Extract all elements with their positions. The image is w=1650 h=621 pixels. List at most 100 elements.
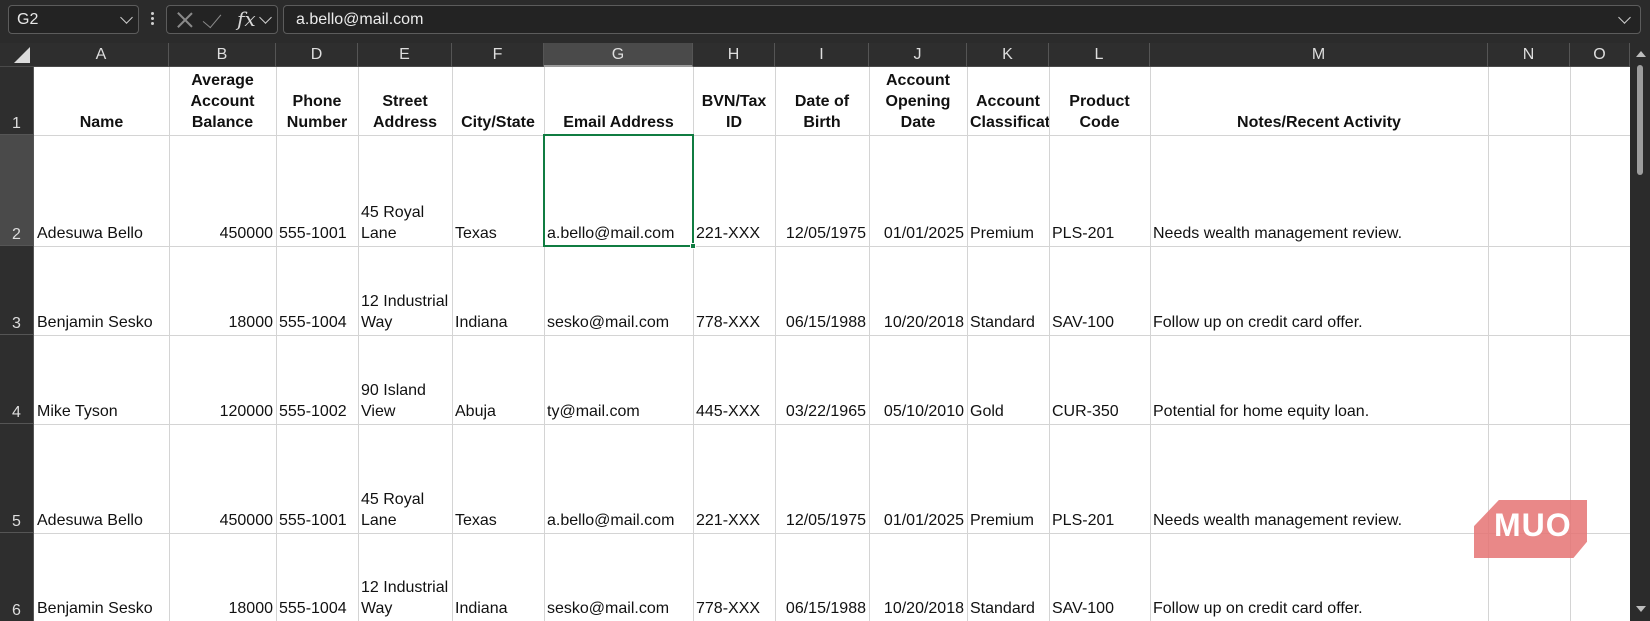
vertical-scrollbar[interactable]	[1630, 43, 1650, 621]
cell-phone[interactable]: 555-1001	[276, 424, 358, 533]
cell-code[interactable]: CUR-350	[1049, 335, 1150, 424]
scroll-up-icon[interactable]	[1636, 51, 1646, 57]
cell-notes[interactable]: Follow up on credit card offer.	[1150, 246, 1488, 335]
header-cell-open-date[interactable]: Account Opening Date	[869, 67, 967, 135]
cell-code[interactable]: PLS-201	[1049, 135, 1150, 246]
cell-tax-id[interactable]: 221-XXX	[693, 135, 775, 246]
header-cell-code[interactable]: Product Code	[1049, 67, 1150, 135]
cell-class[interactable]: Gold	[967, 335, 1049, 424]
column-header-m[interactable]: M	[1150, 43, 1488, 67]
name-box[interactable]: G2	[8, 5, 139, 34]
cell-open-date[interactable]: 01/01/2025	[869, 424, 967, 533]
row-header-2[interactable]: 2	[0, 135, 34, 246]
cell-name[interactable]: Benjamin Sesko	[34, 246, 169, 335]
cell-street[interactable]: 45 Royal Lane	[358, 424, 452, 533]
scroll-down-icon[interactable]	[1636, 606, 1646, 612]
cell-email[interactable]: sesko@mail.com	[544, 246, 693, 335]
column-header-a[interactable]: A	[34, 43, 169, 67]
cell-code[interactable]: SAV-100	[1049, 533, 1150, 621]
cell-tax-id[interactable]: 778-XXX	[693, 246, 775, 335]
more-options-icon[interactable]	[151, 10, 155, 30]
row-header-3[interactable]: 3	[0, 246, 34, 335]
cell-name[interactable]: Benjamin Sesko	[34, 533, 169, 621]
cell-open-date[interactable]: 05/10/2010	[869, 335, 967, 424]
cell-open-date[interactable]: 10/20/2018	[869, 246, 967, 335]
cell-email[interactable]: ty@mail.com	[544, 335, 693, 424]
header-cell-balance[interactable]: Average Account Balance	[169, 67, 276, 135]
cell-notes[interactable]: Needs wealth management review.	[1150, 135, 1488, 246]
cell-class[interactable]: Standard	[967, 533, 1049, 621]
cancel-icon[interactable]	[175, 10, 195, 30]
row-header-5[interactable]: 5	[0, 424, 34, 533]
formula-input[interactable]: a.bello@mail.com	[283, 5, 1641, 34]
chevron-down-icon[interactable]	[120, 11, 133, 24]
column-header-o[interactable]: O	[1570, 43, 1630, 67]
cell-dob[interactable]: 06/15/1988	[775, 246, 869, 335]
cell-city[interactable]: Texas	[452, 424, 544, 533]
header-cell-street[interactable]: Street Address	[358, 67, 452, 135]
column-header-b[interactable]: B	[169, 43, 276, 67]
cell-phone[interactable]: 555-1004	[276, 533, 358, 621]
cell-street[interactable]: 12 Industrial Way	[358, 533, 452, 621]
column-header-n[interactable]: N	[1488, 43, 1570, 67]
cell-city[interactable]: Indiana	[452, 246, 544, 335]
cell-name[interactable]: Adesuwa Bello	[34, 424, 169, 533]
cell-code[interactable]: SAV-100	[1049, 246, 1150, 335]
cell-city[interactable]: Indiana	[452, 533, 544, 621]
row-header-4[interactable]: 4	[0, 335, 34, 424]
cell-open-date[interactable]: 10/20/2018	[869, 533, 967, 621]
column-header-i[interactable]: I	[775, 43, 869, 67]
cell-class[interactable]: Premium	[967, 424, 1049, 533]
cell-phone[interactable]: 555-1001	[276, 135, 358, 246]
cell-name[interactable]: Adesuwa Bello	[34, 135, 169, 246]
cell-name[interactable]: Mike Tyson	[34, 335, 169, 424]
cell-balance[interactable]: 450000	[169, 424, 276, 533]
scrollbar-thumb[interactable]	[1637, 65, 1643, 175]
header-cell-dob[interactable]: Date of Birth	[775, 67, 869, 135]
cell-tax-id[interactable]: 778-XXX	[693, 533, 775, 621]
header-cell-class[interactable]: Account Classification	[967, 67, 1049, 135]
header-cell-city[interactable]: City/State	[452, 67, 544, 135]
cell-tax-id[interactable]: 221-XXX	[693, 424, 775, 533]
cell-dob[interactable]: 06/15/1988	[775, 533, 869, 621]
cell-balance[interactable]: 450000	[169, 135, 276, 246]
cell-phone[interactable]: 555-1004	[276, 246, 358, 335]
column-header-d[interactable]: D	[276, 43, 358, 67]
column-header-h[interactable]: H	[693, 43, 775, 67]
column-header-j[interactable]: J	[869, 43, 967, 67]
cell-dob[interactable]: 12/05/1975	[775, 424, 869, 533]
cell-notes[interactable]: Follow up on credit card offer.	[1150, 533, 1488, 621]
row-header-6[interactable]: 6	[0, 533, 34, 621]
column-header-k[interactable]: K	[967, 43, 1049, 67]
cell-phone[interactable]: 555-1002	[276, 335, 358, 424]
cell-city[interactable]: Texas	[452, 135, 544, 246]
insert-function-icon[interactable]: fx	[237, 7, 256, 31]
expand-formula-bar-icon[interactable]	[1618, 11, 1631, 24]
cell-dob[interactable]: 03/22/1965	[775, 335, 869, 424]
enter-check-icon[interactable]	[202, 8, 222, 29]
cell-class[interactable]: Premium	[967, 135, 1049, 246]
cell-email[interactable]: sesko@mail.com	[544, 533, 693, 621]
chevron-down-icon[interactable]	[259, 11, 272, 24]
cell-notes[interactable]: Potential for home equity loan.	[1150, 335, 1488, 424]
column-header-l[interactable]: L	[1049, 43, 1150, 67]
header-cell-name[interactable]: Name	[34, 67, 169, 135]
cell-street[interactable]: 45 Royal Lane	[358, 135, 452, 246]
cell-email[interactable]: a.bello@mail.com	[544, 424, 693, 533]
cell-notes[interactable]: Needs wealth management review.	[1150, 424, 1488, 533]
column-header-f[interactable]: F	[452, 43, 544, 67]
cell-street[interactable]: 90 Island View	[358, 335, 452, 424]
cell-dob[interactable]: 12/05/1975	[775, 135, 869, 246]
select-all-button[interactable]	[0, 43, 34, 67]
header-cell-phone[interactable]: Phone Number	[276, 67, 358, 135]
row-header-1[interactable]: 1	[0, 67, 34, 135]
cell-code[interactable]: PLS-201	[1049, 424, 1150, 533]
cell-city[interactable]: Abuja	[452, 335, 544, 424]
cell-balance[interactable]: 18000	[169, 246, 276, 335]
header-cell-email[interactable]: Email Address	[544, 67, 693, 135]
column-header-g[interactable]: G	[544, 43, 693, 67]
cell-balance[interactable]: 120000	[169, 335, 276, 424]
cell-class[interactable]: Standard	[967, 246, 1049, 335]
column-header-e[interactable]: E	[358, 43, 452, 67]
header-cell-tax-id[interactable]: BVN/Tax ID	[693, 67, 775, 135]
